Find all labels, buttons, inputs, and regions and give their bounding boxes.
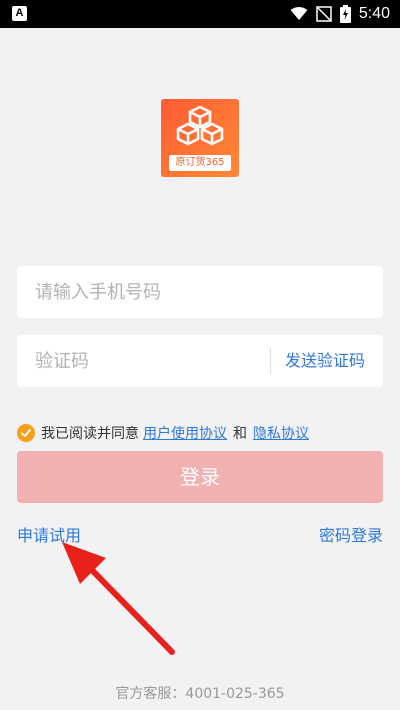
logo-label-box: 原订货365 [169, 155, 231, 171]
phone-input[interactable] [35, 266, 365, 318]
customer-service-text: 官方客服：4001-025-365 [115, 686, 285, 702]
login-button[interactable]: 登录 [17, 451, 383, 503]
app-notification-letter: A [15, 7, 24, 19]
check-icon [21, 429, 31, 437]
battery-charging-icon [339, 5, 351, 23]
agreement-prefix: 我已阅读并同意 [41, 426, 139, 442]
status-bar: A 5:40 [0, 0, 400, 28]
user-agreement-link[interactable]: 用户使用协议 [143, 423, 227, 443]
wifi-icon [290, 7, 308, 20]
logo-label: 原订货365 [175, 157, 225, 168]
app-notification-icon: A [12, 6, 27, 21]
phone-field-card [17, 266, 383, 318]
agreement-row: 我已阅读并同意 用户使用协议 和 隐私协议 [17, 423, 309, 443]
apply-trial-link[interactable]: 申请试用 [17, 522, 81, 546]
status-time: 5:40 [358, 5, 390, 22]
agreement-checkbox[interactable] [17, 424, 35, 442]
verification-code-card: 发送验证码 [17, 335, 383, 387]
privacy-policy-link[interactable]: 隐私协议 [253, 423, 309, 443]
verification-code-input[interactable] [35, 335, 265, 387]
agreement-and: 和 [233, 426, 247, 442]
password-login-link[interactable]: 密码登录 [319, 522, 383, 546]
field-divider [270, 348, 271, 374]
no-signal-icon [316, 6, 332, 22]
status-icons: 5:40 [290, 0, 390, 28]
send-code-button[interactable]: 发送验证码 [285, 335, 365, 387]
app-logo: 原订货365 [161, 99, 239, 177]
